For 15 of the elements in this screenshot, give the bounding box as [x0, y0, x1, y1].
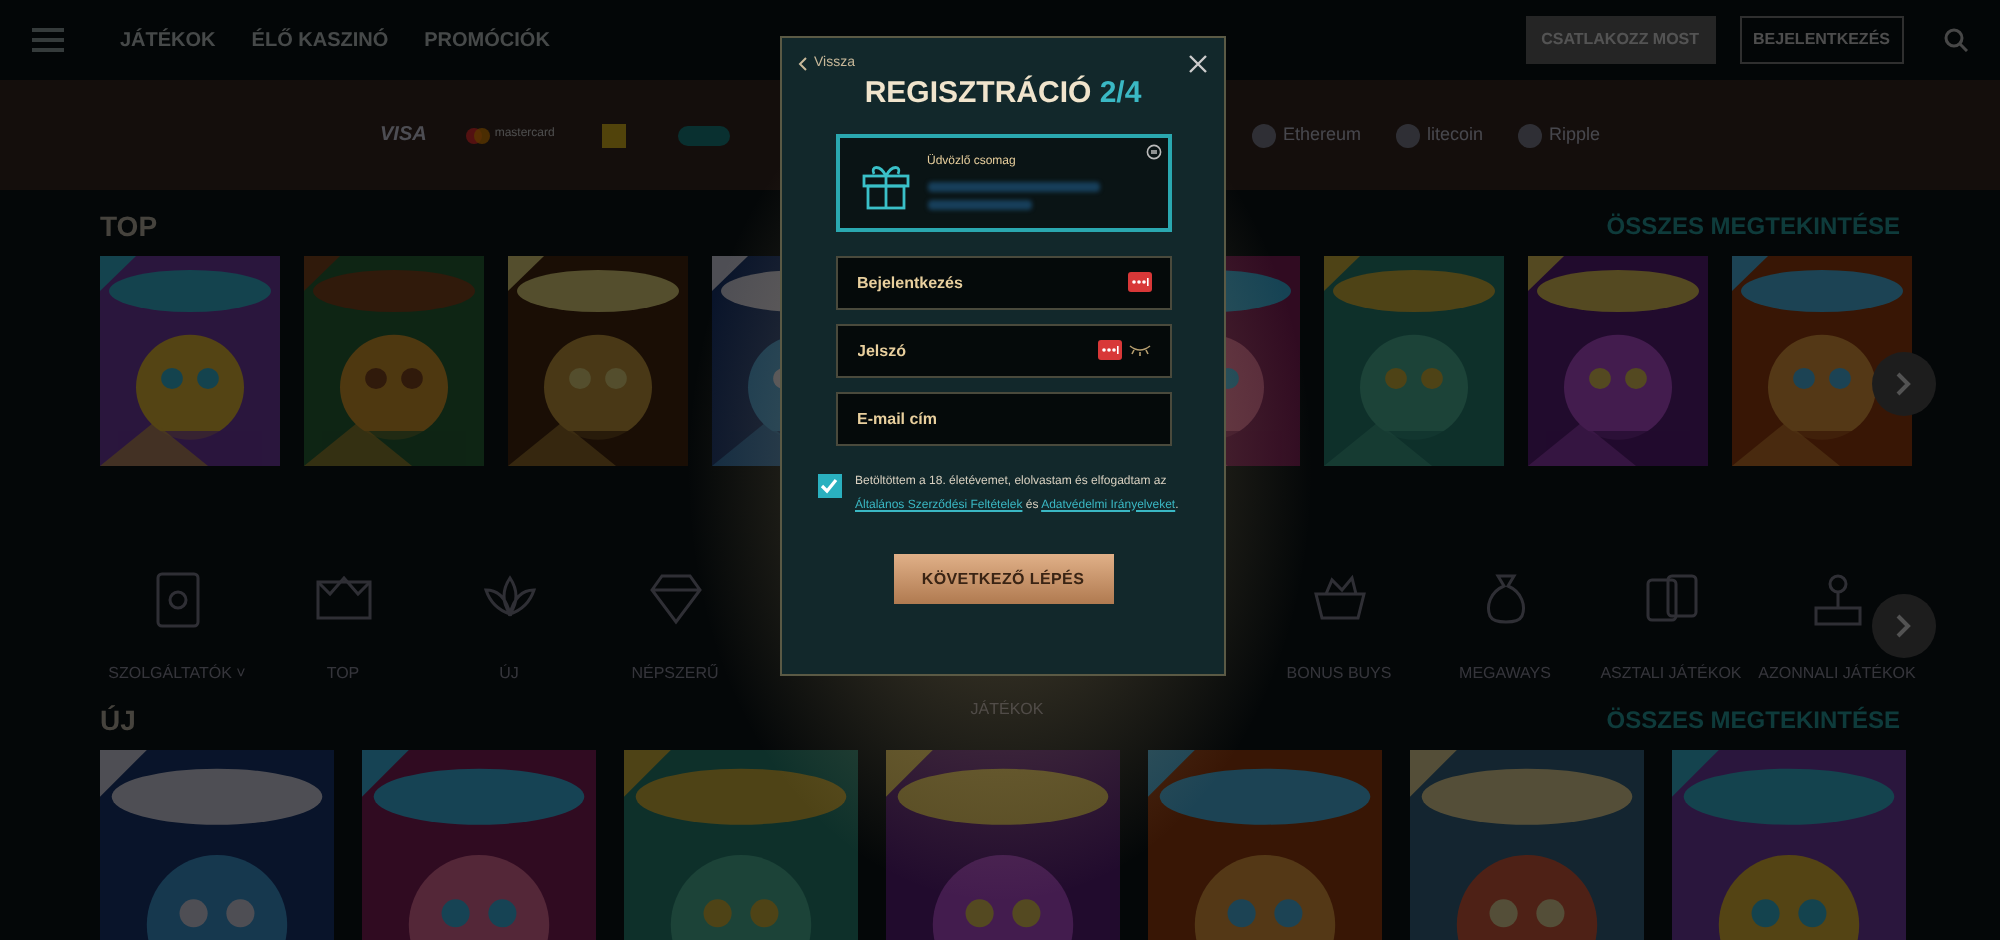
nav-link[interactable]: ÉLŐ KASZINÓ — [251, 25, 389, 55]
section-title: TOP — [100, 207, 158, 245]
nav-link[interactable]: JÁTÉKOK — [120, 25, 216, 55]
payment-logo: litecoin — [1426, 121, 1483, 148]
nav-link[interactable]: PROMÓCIÓK — [424, 25, 550, 55]
input-field[interactable]: Jelszó — [835, 324, 1171, 378]
input-field[interactable]: Bejelentkezés — [835, 256, 1171, 310]
next-step-button[interactable]: KÖVETKEZŐ LÉPÉS — [893, 554, 1113, 604]
payment-logo: Ripple — [1548, 121, 1600, 148]
payment-logo: Ethereum — [1282, 121, 1361, 148]
dialog-title: REGISZTRÁCIÓ 2/4 — [864, 73, 1142, 113]
input-field[interactable]: E-mail cím — [835, 392, 1171, 446]
payment-logo: VISA — [380, 122, 427, 150]
login-button[interactable]: BEJELENTKEZÉS — [1739, 16, 1904, 64]
section-title: ÚJ — [100, 701, 136, 739]
